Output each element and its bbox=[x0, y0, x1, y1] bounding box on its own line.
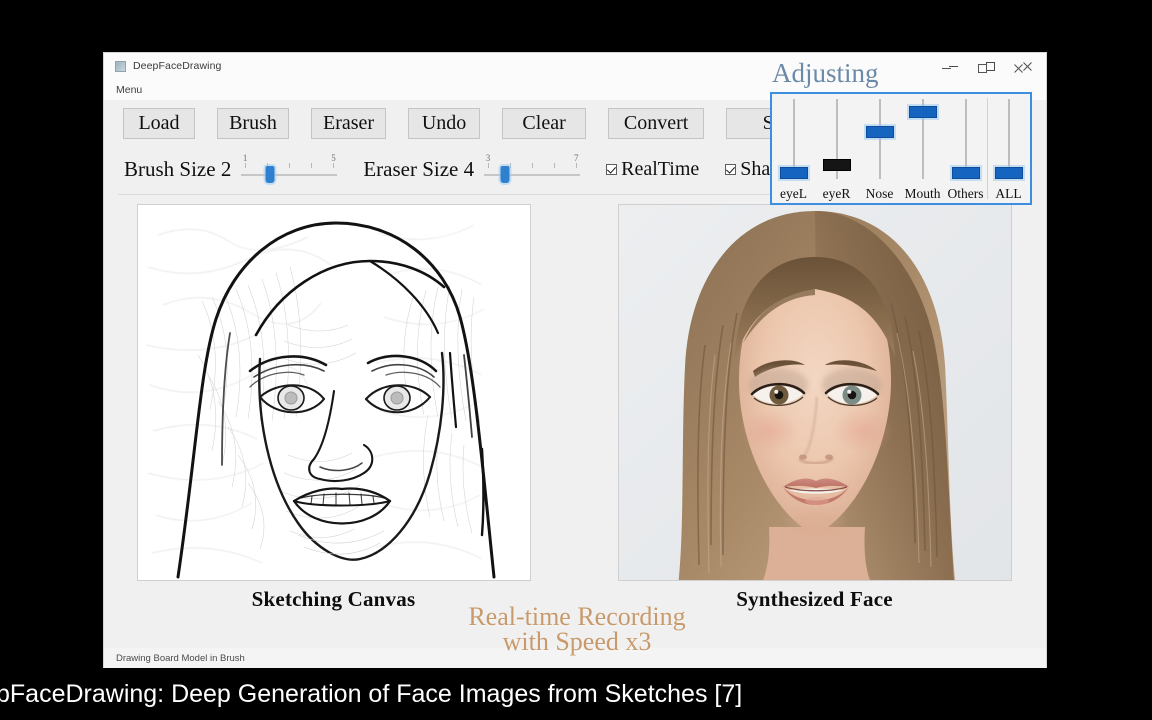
adjusting-slider-eyel[interactable]: eyeL bbox=[772, 94, 815, 203]
eyer-label: eyeR bbox=[822, 186, 851, 201]
others-label: Others bbox=[947, 186, 984, 201]
adjusting-slider-mouth[interactable]: Mouth bbox=[901, 94, 944, 203]
brush-slider-ticks: 1 5 bbox=[241, 152, 337, 171]
brush-tick-max: 5 bbox=[331, 152, 336, 163]
realtime-checkbox-box[interactable] bbox=[606, 164, 618, 175]
window-title: DeepFaceDrawing bbox=[133, 60, 222, 72]
realtime-checkbox-label: RealTime bbox=[621, 158, 700, 180]
all-label: ALL bbox=[995, 186, 1022, 201]
adjusting-window-controls bbox=[928, 56, 1036, 80]
synthesized-face-image bbox=[618, 205, 1011, 580]
minimize-icon bbox=[941, 67, 951, 69]
adjusting-maximize-button[interactable] bbox=[964, 56, 1000, 80]
brush-slider-track bbox=[241, 173, 338, 176]
adjusting-panel: Adjusting eyeL eyeR Nose Mouth Others AL… bbox=[770, 58, 1032, 205]
brush-button[interactable]: Brush bbox=[217, 108, 289, 139]
adjusting-close-button[interactable] bbox=[1000, 56, 1036, 80]
sketch-drawing bbox=[137, 205, 530, 580]
nose-track bbox=[878, 99, 881, 179]
brush-size-slider[interactable]: 1 5 bbox=[241, 152, 338, 187]
close-icon bbox=[1013, 63, 1023, 73]
adjusting-sliders-box: eyeL eyeR Nose Mouth Others ALL bbox=[770, 92, 1032, 205]
eraser-size-label: Eraser Size 4 bbox=[363, 157, 475, 181]
mouth-label: Mouth bbox=[904, 186, 941, 201]
canvas-area: Sketching Canvas Synthesized Face bbox=[104, 195, 1046, 612]
eraser-slider-track bbox=[484, 173, 581, 176]
undo-button[interactable]: Undo bbox=[408, 108, 481, 139]
screenshot-root: DeepFaceDrawing Menu Load Brush Eraser U… bbox=[0, 0, 1152, 720]
figure-caption-text: pFaceDrawing: Deep Generation of Face Im… bbox=[0, 679, 743, 708]
figure-caption-bar: pFaceDrawing: Deep Generation of Face Im… bbox=[0, 668, 1152, 720]
nose-label: Nose bbox=[865, 186, 894, 201]
status-text: Drawing Board Model in Brush bbox=[116, 652, 245, 664]
sketching-canvas-caption: Sketching Canvas bbox=[251, 587, 416, 611]
mouth-handle[interactable] bbox=[908, 106, 937, 119]
app-icon bbox=[115, 60, 126, 72]
sketching-canvas[interactable] bbox=[136, 204, 531, 581]
clear-button[interactable]: Clear bbox=[502, 108, 587, 139]
brush-slider-handle[interactable] bbox=[265, 165, 275, 183]
synthesized-face-caption: Synthesized Face bbox=[736, 587, 893, 611]
load-button[interactable]: Load bbox=[123, 108, 195, 139]
adjusting-slider-others[interactable]: Others bbox=[944, 94, 987, 203]
eraser-slider-handle[interactable] bbox=[500, 165, 510, 183]
adjusting-slider-eyer[interactable]: eyeR bbox=[815, 94, 858, 203]
eraser-size-slider[interactable]: 3 7 bbox=[484, 152, 581, 187]
status-bar: Drawing Board Model in Brush bbox=[104, 648, 1046, 668]
brush-size-group: Brush Size 2 1 5 bbox=[124, 152, 338, 187]
shadow-checkbox-box[interactable] bbox=[725, 164, 737, 175]
eraser-size-group: Eraser Size 4 3 7 bbox=[363, 152, 581, 187]
maximize-icon bbox=[977, 63, 987, 73]
convert-button[interactable]: Convert bbox=[608, 108, 705, 139]
adjusting-minimize-button[interactable] bbox=[928, 56, 964, 80]
menu-item-menu[interactable]: Menu bbox=[116, 84, 142, 96]
synthesized-face-canvas[interactable] bbox=[617, 204, 1012, 581]
sketch-column: Sketching Canvas bbox=[104, 204, 575, 612]
realtime-checkbox[interactable]: RealTime bbox=[606, 158, 699, 181]
eyer-handle[interactable] bbox=[822, 158, 851, 171]
eraser-button[interactable]: Eraser bbox=[311, 108, 387, 139]
adjusting-slider-nose[interactable]: Nose bbox=[858, 94, 901, 203]
brush-size-label: Brush Size 2 bbox=[124, 157, 232, 181]
brush-tick-min: 1 bbox=[242, 152, 248, 163]
eraser-tick-max: 7 bbox=[574, 152, 579, 163]
eraser-slider-ticks: 3 7 bbox=[484, 152, 580, 171]
synthesized-column: Synthesized Face bbox=[575, 204, 1046, 612]
all-handle[interactable] bbox=[994, 166, 1023, 179]
adjusting-slider-all[interactable]: ALL bbox=[987, 94, 1030, 203]
eyel-label: eyeL bbox=[780, 186, 807, 201]
eraser-tick-min: 3 bbox=[485, 152, 491, 163]
others-handle[interactable] bbox=[951, 166, 980, 179]
all-separator bbox=[987, 98, 988, 199]
eyel-handle[interactable] bbox=[779, 166, 808, 179]
nose-handle[interactable] bbox=[865, 126, 894, 139]
